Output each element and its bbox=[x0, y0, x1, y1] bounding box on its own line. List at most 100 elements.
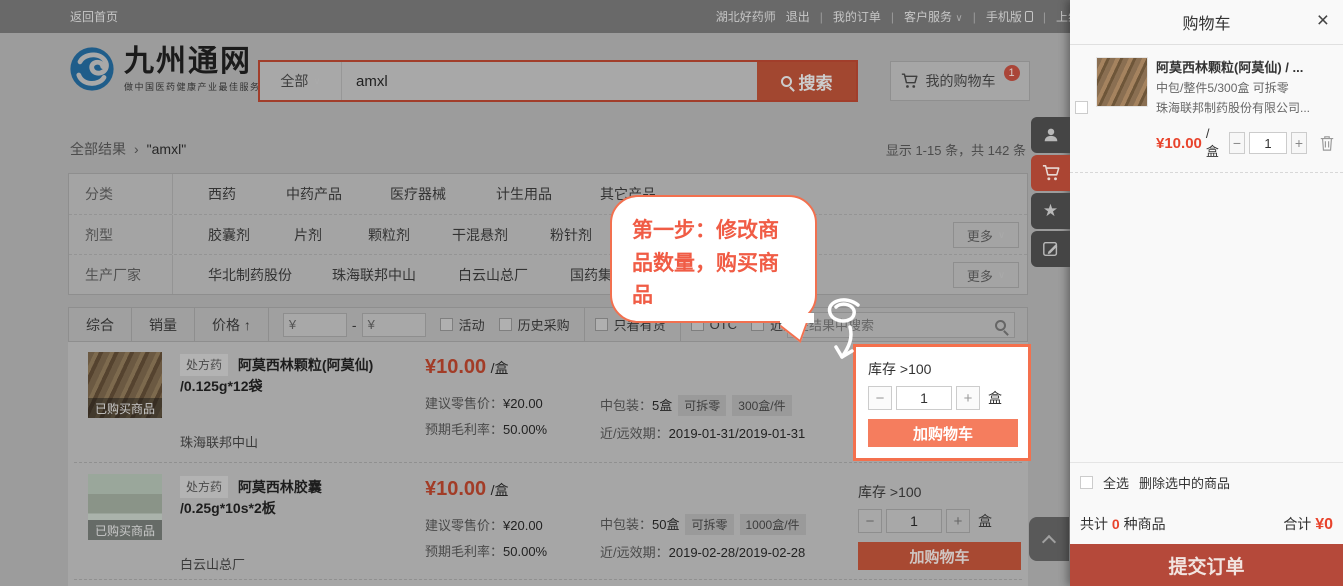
filter-option[interactable]: 白云山总厂 bbox=[458, 265, 528, 285]
cart-item-company: 珠海联邦制药股份有限公司... bbox=[1156, 99, 1334, 116]
add-to-cart-button[interactable]: 加购物车 bbox=[868, 419, 1018, 447]
divider: | bbox=[973, 10, 976, 24]
quantity-increase-button[interactable]: + bbox=[1291, 132, 1307, 154]
select-all-label[interactable]: 全选 bbox=[1103, 473, 1129, 492]
product-price: ¥10.00 bbox=[425, 478, 486, 500]
back-home-link[interactable]: 返回首页 bbox=[70, 8, 118, 25]
favorites-tab[interactable]: ★ bbox=[1031, 193, 1070, 229]
filter-option[interactable]: 医疗器械 bbox=[390, 184, 446, 204]
margin-value: 50.00% bbox=[503, 422, 547, 437]
product-image[interactable]: 已购买商品 bbox=[88, 352, 162, 418]
checkbox-icon[interactable] bbox=[440, 318, 453, 331]
sum-text: 合计 ¥0 bbox=[1283, 514, 1333, 534]
cart-item-name[interactable]: 阿莫西林颗粒(阿莫仙) / ... bbox=[1156, 57, 1334, 76]
mobile-version-link[interactable]: 手机版 bbox=[986, 8, 1033, 25]
price-unit: /盒 bbox=[491, 482, 509, 498]
search-input[interactable] bbox=[342, 62, 757, 100]
per-case-tag: 1000盒/件 bbox=[740, 514, 806, 535]
expiry-label: 近/远效期： bbox=[600, 426, 669, 441]
cart-icon bbox=[901, 73, 918, 89]
more-button[interactable]: 更多 ∨ bbox=[953, 222, 1019, 248]
rx-badge: 处方药 bbox=[180, 476, 228, 498]
range-dash: - bbox=[352, 317, 357, 333]
stock-info: 库存 >100 bbox=[858, 482, 1021, 502]
sort-tab-sales[interactable]: 销量 bbox=[132, 308, 195, 341]
close-icon[interactable]: × bbox=[1317, 10, 1329, 31]
quantity-decrease-button[interactable]: − bbox=[858, 509, 882, 533]
quantity-decrease-button[interactable]: − bbox=[868, 386, 892, 410]
my-orders-link[interactable]: 我的订单 bbox=[833, 8, 881, 25]
search-button[interactable]: 搜索 bbox=[757, 62, 856, 100]
submit-order-button[interactable]: 提交订单 bbox=[1070, 544, 1343, 586]
delete-selected-link[interactable]: 删除选中的商品 bbox=[1139, 473, 1230, 492]
price-unit: /盒 bbox=[491, 360, 509, 376]
filter-option[interactable]: 胶囊剂 bbox=[208, 225, 250, 245]
user-tab[interactable] bbox=[1031, 117, 1070, 153]
filter-panel: 分类 西药 中药产品 医疗器械 计生用品 其它产品 剂型 胶囊剂 片剂 颗粒剂 … bbox=[68, 173, 1028, 295]
price-min-input[interactable] bbox=[296, 317, 341, 332]
quantity-increase-button[interactable]: + bbox=[956, 386, 980, 410]
checkbox-history-purchase[interactable]: 历史采购 bbox=[499, 315, 570, 334]
divider bbox=[584, 308, 585, 341]
quantity-decrease-button[interactable]: − bbox=[1229, 132, 1245, 154]
product-title[interactable]: 处方药 阿莫西林颗粒(阿莫仙) /0.125g*12袋 bbox=[180, 354, 425, 397]
cart-item-price: ¥10.00 bbox=[1156, 135, 1202, 152]
filter-option[interactable]: 颗粒剂 bbox=[368, 225, 410, 245]
online-link[interactable]: 上线 bbox=[1056, 8, 1070, 25]
search-icon bbox=[995, 320, 1006, 331]
search-category-dropdown[interactable]: 全部 ∨ bbox=[260, 62, 342, 100]
quantity-input[interactable] bbox=[1249, 132, 1287, 154]
divider bbox=[74, 462, 1022, 463]
purchased-badge: 已购买商品 bbox=[88, 398, 162, 418]
filter-option[interactable]: 片剂 bbox=[294, 225, 322, 245]
breadcrumb-separator-icon: › bbox=[134, 141, 139, 157]
sort-tab-comprehensive[interactable]: 综合 bbox=[69, 308, 132, 341]
quantity-stepper: − + 盒 bbox=[858, 509, 1021, 533]
breadcrumb-root[interactable]: 全部结果 bbox=[70, 139, 126, 159]
logout-link[interactable]: 退出 bbox=[786, 8, 810, 25]
filter-option[interactable]: 华北制药股份 bbox=[208, 265, 292, 285]
checkbox-activity[interactable]: 活动 bbox=[440, 315, 485, 334]
back-to-top-button[interactable] bbox=[1029, 517, 1069, 561]
product-row: 已购买商品 处方药 阿莫西林胶囊 /0.25g*10s*2板 白云山总厂 ¥10… bbox=[68, 464, 1028, 582]
rx-badge: 处方药 bbox=[180, 354, 228, 376]
product-image[interactable]: 已购买商品 bbox=[88, 474, 162, 540]
store-name-link[interactable]: 湖北好药师 bbox=[716, 8, 776, 25]
product-title[interactable]: 处方药 阿莫西林胶囊 /0.25g*10s*2板 bbox=[180, 476, 425, 519]
select-all-checkbox[interactable] bbox=[1080, 476, 1093, 489]
site-logo[interactable]: 九州通网 做中国医药健康产业最佳服务商 bbox=[68, 45, 271, 93]
logo-swirl-icon bbox=[68, 45, 116, 93]
sort-tab-price[interactable]: 价格 ↑ bbox=[195, 308, 269, 341]
cart-count-badge: 1 bbox=[1004, 65, 1020, 81]
quantity-input[interactable] bbox=[896, 386, 952, 410]
customer-service-link[interactable]: 客户服务 ∨ bbox=[904, 8, 963, 25]
my-cart-button[interactable]: 我的购物车 1 bbox=[890, 61, 1030, 101]
cart-item-checkbox[interactable] bbox=[1075, 101, 1088, 114]
cart-item-image bbox=[1096, 57, 1148, 107]
filter-option[interactable]: 干混悬剂 bbox=[452, 225, 508, 245]
quantity-increase-button[interactable]: + bbox=[946, 509, 970, 533]
add-to-cart-button[interactable]: 加购物车 bbox=[858, 542, 1021, 570]
expiry-label: 近/远效期： bbox=[600, 545, 669, 560]
checkbox-icon[interactable] bbox=[499, 318, 512, 331]
filter-option[interactable]: 西药 bbox=[208, 184, 236, 204]
filter-option[interactable]: 珠海联邦中山 bbox=[332, 265, 416, 285]
checkbox-icon[interactable] bbox=[595, 318, 608, 331]
more-button[interactable]: 更多 ∨ bbox=[953, 262, 1019, 288]
filter-option[interactable]: 粉针剂 bbox=[550, 225, 592, 245]
quantity-input[interactable] bbox=[886, 509, 942, 533]
product-price: ¥10.00 bbox=[425, 356, 486, 378]
quantity-stepper: − + 盒 bbox=[868, 386, 1028, 410]
currency-symbol: ¥ bbox=[289, 317, 296, 332]
retail-price-label: 建议零售价： bbox=[425, 518, 503, 533]
currency-symbol: ¥ bbox=[368, 317, 375, 332]
delete-item-button[interactable] bbox=[1319, 135, 1335, 151]
notes-tab[interactable] bbox=[1031, 231, 1070, 267]
retail-price-label: 建议零售价： bbox=[425, 396, 503, 411]
filter-option[interactable]: 中药产品 bbox=[286, 184, 342, 204]
filter-option[interactable]: 计生用品 bbox=[496, 184, 552, 204]
cart-tab[interactable] bbox=[1031, 155, 1070, 191]
drawer-side-tabs: ★ bbox=[1031, 117, 1070, 269]
price-max-input[interactable] bbox=[375, 317, 420, 332]
sort-bar: 综合 销量 价格 ↑ ¥ - ¥ 活动 历史采购 只看有货 OTC 近效期 bbox=[68, 307, 1028, 342]
